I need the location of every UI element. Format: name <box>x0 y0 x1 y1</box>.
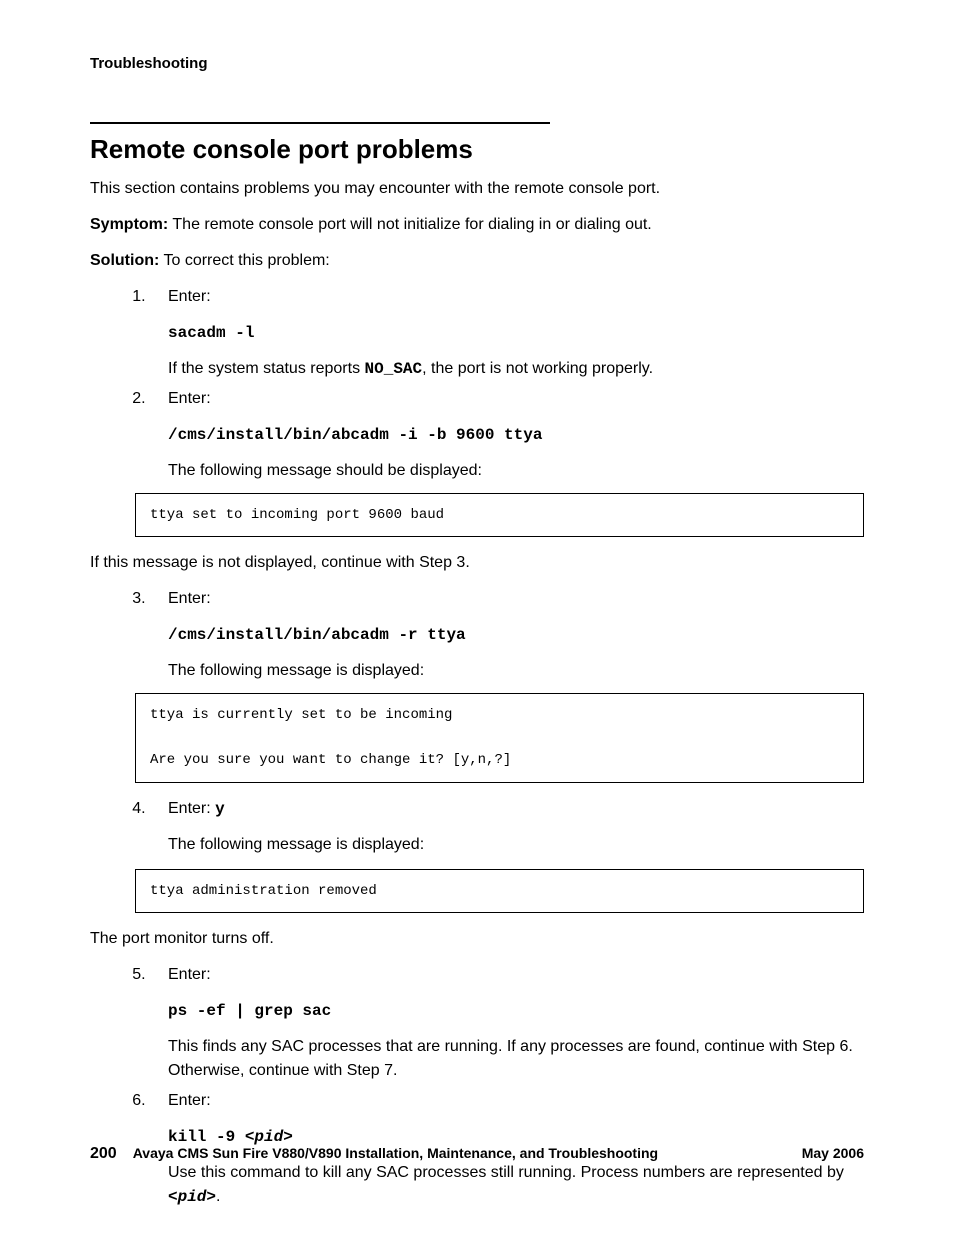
step-2-lead: Enter: <box>168 387 864 411</box>
step-2: Enter: /cms/install/bin/abcadm -i -b 960… <box>150 387 864 483</box>
step-3-lead: Enter: <box>168 587 864 611</box>
step-3-command: /cms/install/bin/abcadm -r ttya <box>168 623 864 647</box>
step-6-cmd-pid: <pid> <box>245 1128 293 1146</box>
steps-list-cont-5: Enter: ps -ef | grep sac This finds any … <box>150 963 864 1209</box>
steps-list-cont-4: Enter: y The following message is displa… <box>150 797 864 857</box>
step-5-lead: Enter: <box>168 963 864 987</box>
intro-paragraph: This section contains problems you may e… <box>90 177 864 201</box>
step-6-after-b: . <box>216 1188 220 1205</box>
section-title: Remote console port problems <box>90 134 864 165</box>
body: This section contains problems you may e… <box>90 177 864 1209</box>
step-1-after-a: If the system status reports <box>168 360 365 377</box>
step-1-after-b: , the port is not working properly. <box>422 360 653 377</box>
step-6-after-a: Use this command to kill any SAC process… <box>168 1164 844 1181</box>
step-6-after: Use this command to kill any SAC process… <box>168 1161 864 1209</box>
solution-text: To correct this problem: <box>159 252 329 269</box>
step-6-cmd-a: kill -9 <box>168 1128 245 1146</box>
step-6-after-pid: <pid> <box>168 1188 216 1206</box>
step-5: Enter: ps -ef | grep sac This finds any … <box>150 963 864 1083</box>
page-footer: 200 Avaya CMS Sun Fire V880/V890 Install… <box>90 1145 864 1163</box>
solution-paragraph: Solution: To correct this problem: <box>90 249 864 273</box>
step-1: Enter: sacadm -l If the system status re… <box>150 285 864 381</box>
after-block-3: The port monitor turns off. <box>90 927 864 951</box>
step-3-after: The following message is displayed: <box>168 659 864 683</box>
step-4-lead-line: Enter: y <box>168 797 864 821</box>
code-block-2: ttya is currently set to be incoming Are… <box>135 693 864 782</box>
step-5-after: This finds any SAC processes that are ru… <box>168 1035 864 1083</box>
step-4-after: The following message is displayed: <box>168 833 864 857</box>
footer-title: Avaya CMS Sun Fire V880/V890 Installatio… <box>133 1145 802 1161</box>
symptom-paragraph: Symptom: The remote console port will no… <box>90 213 864 237</box>
step-1-after: If the system status reports NO_SAC, the… <box>168 357 864 381</box>
code-block-3: ttya administration removed <box>135 869 864 913</box>
symptom-label: Symptom: <box>90 216 168 233</box>
step-1-lead: Enter: <box>168 285 864 309</box>
solution-label: Solution: <box>90 252 159 269</box>
step-3: Enter: /cms/install/bin/abcadm -r ttya T… <box>150 587 864 683</box>
step-5-command: ps -ef | grep sac <box>168 999 864 1023</box>
running-header: Troubleshooting <box>90 55 864 72</box>
step-1-after-code: NO_SAC <box>365 360 423 378</box>
steps-list-cont-3: Enter: /cms/install/bin/abcadm -r ttya T… <box>150 587 864 683</box>
after-block-1: If this message is not displayed, contin… <box>90 551 864 575</box>
step-4-lead: Enter: <box>168 800 215 817</box>
code-block-1: ttya set to incoming port 9600 baud <box>135 493 864 537</box>
step-4: Enter: y The following message is displa… <box>150 797 864 857</box>
page-number: 200 <box>90 1145 117 1163</box>
footer-date: May 2006 <box>802 1145 864 1161</box>
step-2-after: The following message should be displaye… <box>168 459 864 483</box>
symptom-text: The remote console port will not initial… <box>168 216 652 233</box>
step-4-input: y <box>215 800 225 818</box>
steps-list: Enter: sacadm -l If the system status re… <box>150 285 864 483</box>
step-2-command: /cms/install/bin/abcadm -i -b 9600 ttya <box>168 423 864 447</box>
page: Troubleshooting Remote console port prob… <box>0 0 954 1235</box>
step-6-lead: Enter: <box>168 1089 864 1113</box>
section-rule <box>90 122 550 124</box>
step-1-command: sacadm -l <box>168 321 864 345</box>
